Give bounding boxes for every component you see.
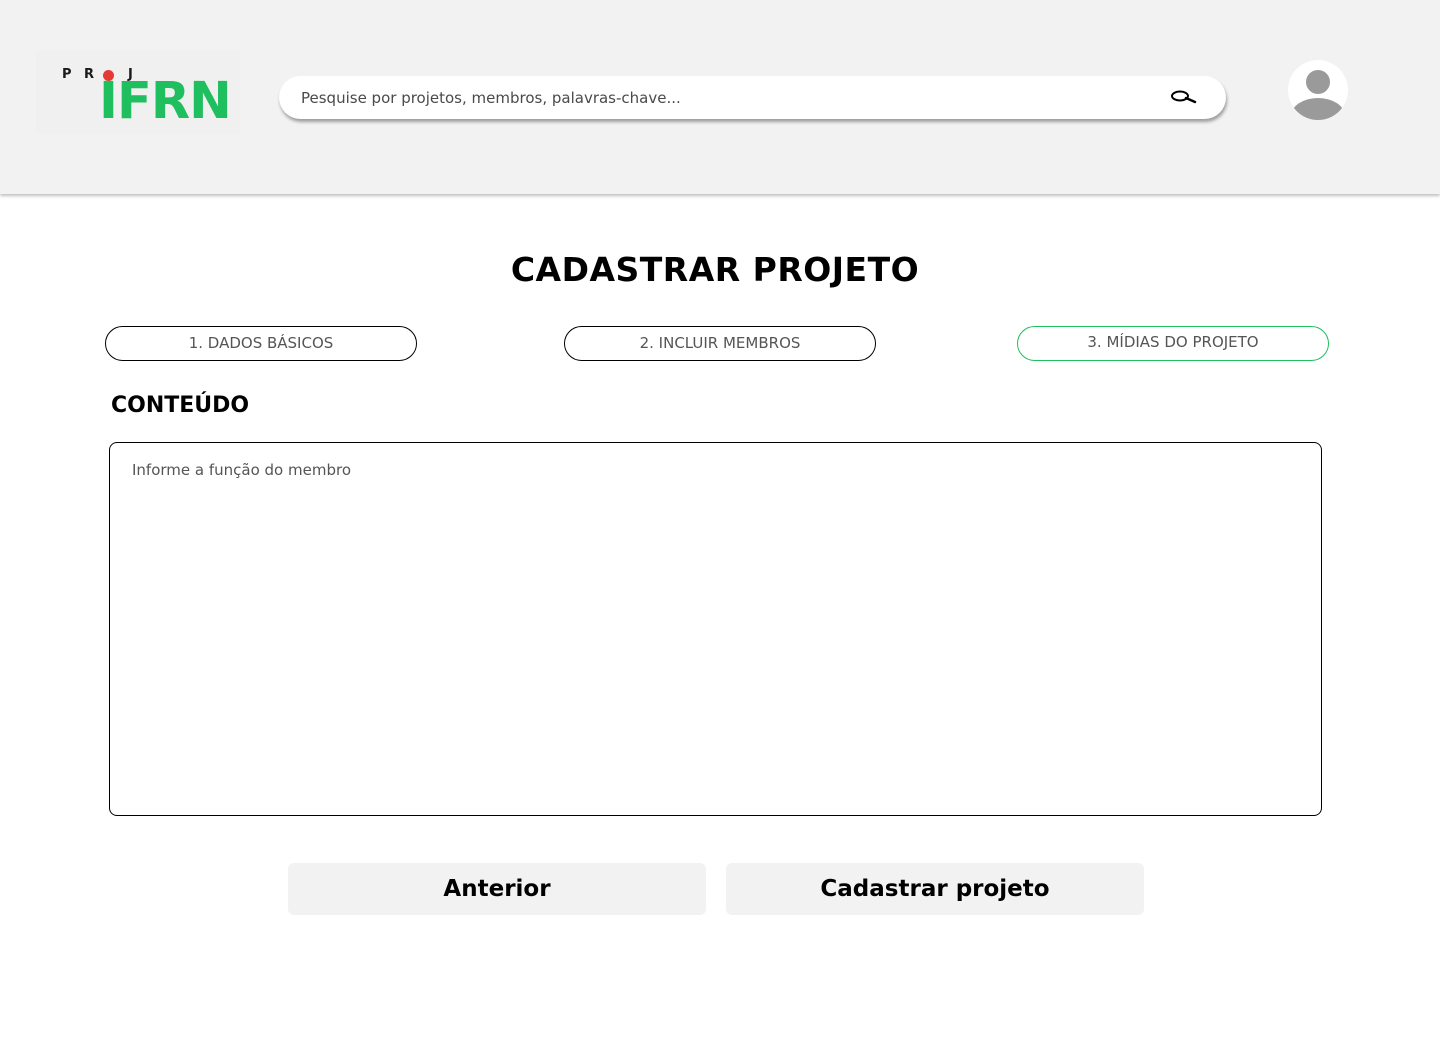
logo-brand-text: IFRN [99,72,232,131]
proj-ifrn-logo[interactable]: P R O J IFRN [36,50,240,134]
tab-incluir-membros[interactable]: 2. INCLUIR MEMBROS [564,326,876,361]
user-avatar-icon[interactable] [1288,60,1348,120]
search-icon[interactable] [1170,88,1198,106]
top-header: P R O J IFRN Pesquise por projetos, memb… [0,0,1440,194]
page-title: CADASTRAR PROJETO [510,250,920,289]
content-placeholder: Informe a função do membro [132,461,351,479]
tab-dados-basicos[interactable]: 1. DADOS BÁSICOS [105,326,417,361]
avatar-silhouette-icon [1291,70,1345,120]
tab-midias-do-projeto[interactable]: 3. MÍDIAS DO PROJETO [1017,326,1329,361]
content-textarea[interactable]: Informe a função do membro [109,442,1322,816]
previous-button[interactable]: Anterior [288,863,706,915]
search-bar[interactable]: Pesquise por projetos, membros, palavras… [279,76,1226,119]
search-input[interactable]: Pesquise por projetos, membros, palavras… [301,89,681,107]
logo-letter-p: P [62,67,72,82]
submit-project-button[interactable]: Cadastrar projeto [726,863,1144,915]
content-section-label: CONTEÚDO [111,393,250,418]
